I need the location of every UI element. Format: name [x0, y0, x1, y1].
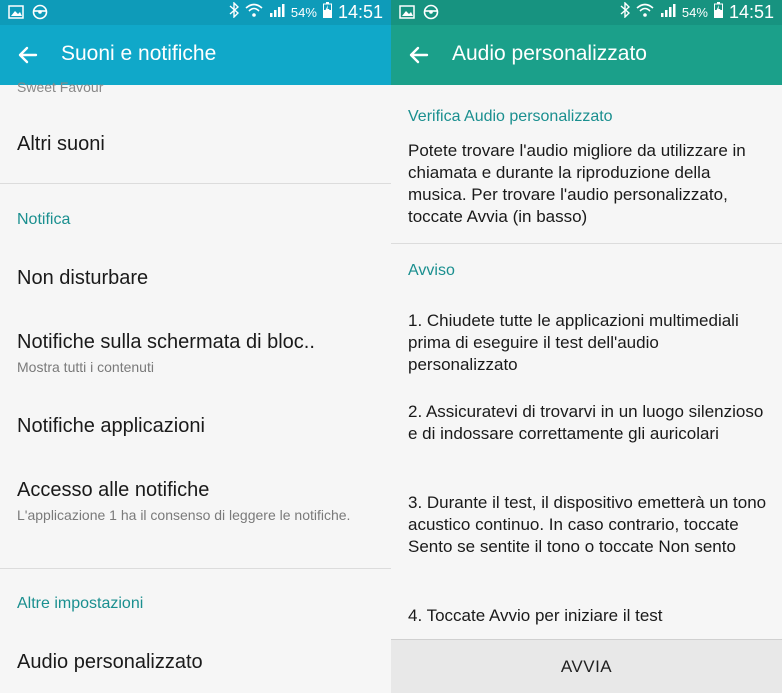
step-3: 3. Durante il test, il dispositivo emett…	[408, 493, 767, 556]
verify-heading: Verifica Audio personalizzato	[408, 108, 613, 125]
signal-icon	[660, 3, 676, 22]
list-item-altri-suoni[interactable]: Altri suoni	[17, 133, 375, 156]
divider	[0, 183, 391, 184]
wifi-icon	[636, 2, 654, 23]
audio-test-content: Verifica Audio personalizzato Potete tro…	[391, 85, 782, 693]
clock: 14:51	[728, 2, 774, 22]
list-item-label: Altri suoni	[17, 133, 105, 155]
step-1: 1. Chiudete tutte le applicazioni multim…	[408, 311, 739, 374]
status-bar: 54% 14:51	[0, 0, 391, 25]
right-screen: 54% 14:51 Audio personalizzato Verifica …	[391, 0, 782, 693]
gallery-icon	[8, 5, 24, 24]
list-item-audio-personalizzato[interactable]: Audio personalizzato	[17, 651, 375, 674]
cut-off-item[interactable]: Sweet Favour	[17, 79, 103, 95]
list-item-label: Non disturbare	[17, 267, 149, 289]
list-item-subtitle: Mostra tutti i contenuti	[17, 359, 154, 375]
divider	[391, 243, 782, 244]
section-header-altre-impostazioni: Altre impostazioni	[17, 595, 144, 612]
gallery-icon	[399, 5, 415, 24]
list-item-accesso-notifiche[interactable]: Accesso alle notifiche L'applicazione 1 …	[17, 479, 375, 524]
bluetooth-icon	[229, 1, 239, 23]
divider	[0, 568, 391, 569]
list-item-label: Notifiche applicazioni	[17, 415, 205, 437]
left-screen: 54% 14:51 Suoni e notifiche Sweet Favour…	[0, 0, 391, 693]
battery-charging-icon	[713, 2, 723, 23]
app-bar: Audio personalizzato	[391, 25, 782, 85]
app-bar: Suoni e notifiche	[0, 25, 391, 85]
steering-wheel-icon	[32, 4, 48, 25]
list-item-label: Notifiche sulla schermata di bloc..	[17, 331, 315, 353]
list-item-subtitle: L'applicazione 1 ha il consenso di legge…	[17, 507, 351, 523]
list-item-notifiche-applicazioni[interactable]: Notifiche applicazioni	[17, 415, 375, 438]
back-arrow-icon[interactable]	[405, 41, 433, 69]
clock: 14:51	[337, 2, 383, 22]
start-button[interactable]: AVVIA	[391, 640, 782, 693]
list-item-notifiche-schermata-blocco[interactable]: Notifiche sulla schermata di bloc.. Most…	[17, 331, 375, 376]
settings-list: Sweet Favour Altri suoni Notifica Non di…	[0, 79, 391, 693]
battery-percent: 54%	[681, 5, 708, 20]
page-title: Suoni e notifiche	[61, 42, 217, 65]
step-4: 4. Toccate Avvio per iniziare il test	[408, 606, 663, 625]
list-item-non-disturbare[interactable]: Non disturbare	[17, 267, 375, 290]
battery-percent: 54%	[290, 5, 317, 20]
signal-icon	[269, 3, 285, 22]
list-item-label: Audio personalizzato	[17, 651, 203, 673]
battery-charging-icon	[322, 2, 332, 23]
status-bar: 54% 14:51	[391, 0, 782, 25]
step-2: 2. Assicuratevi di trovarvi in un luogo …	[408, 402, 764, 443]
verify-text: Potete trovare l'audio migliore da utili…	[408, 141, 746, 226]
list-item-label: Accesso alle notifiche	[17, 479, 210, 501]
back-arrow-icon[interactable]	[14, 41, 42, 69]
wifi-icon	[245, 2, 263, 23]
warning-heading: Avviso	[408, 262, 455, 279]
bottom-action-bar: AVVIA	[391, 639, 782, 693]
section-header-notifica: Notifica	[17, 211, 71, 228]
steering-wheel-icon	[423, 4, 439, 25]
page-title: Audio personalizzato	[452, 42, 647, 65]
bluetooth-icon	[620, 1, 630, 23]
